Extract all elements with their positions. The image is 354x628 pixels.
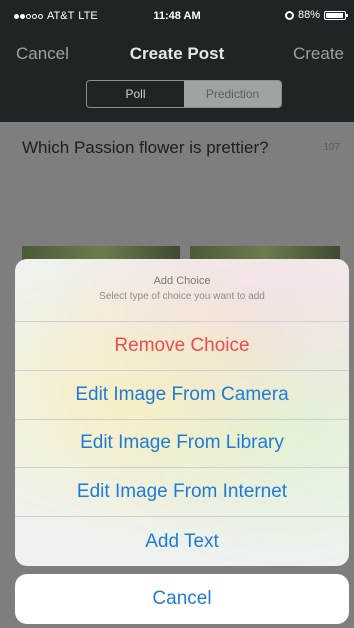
question-text[interactable]: Which Passion flower is prettier? [22,138,269,158]
action-sheet-cancel-button[interactable]: Cancel [15,574,349,624]
post-type-segmented-control: Poll Prediction [86,80,282,108]
segment-poll[interactable]: Poll [87,81,184,107]
action-sheet-header: Add Choice Select type of choice you wan… [15,259,349,322]
segment-prediction[interactable]: Prediction [184,81,281,107]
edit-image-internet-button[interactable]: Edit Image From Internet [15,468,349,518]
edit-image-camera-button[interactable]: Edit Image From Camera [15,371,349,420]
battery-area: 88% [284,9,348,21]
action-sheet: Add Choice Select type of choice you wan… [15,259,349,566]
battery-icon [324,10,348,20]
remove-choice-button[interactable]: Remove Choice [15,322,349,371]
edit-image-library-button[interactable]: Edit Image From Library [15,420,349,469]
char-counter: 107 [323,142,340,153]
alarm-icon [284,10,294,20]
nav-bar: Cancel Create Post Create [0,36,354,76]
nav-create-button[interactable]: Create [293,44,344,64]
action-sheet-subtitle: Select type of choice you want to add [99,291,265,302]
status-bar: AT&T LTE 11:48 AM 88% [0,0,354,30]
action-sheet-title: Add Choice [153,275,211,287]
add-text-button[interactable]: Add Text [15,517,349,566]
battery-percent: 88% [297,9,320,21]
top-bar: AT&T LTE 11:48 AM 88% Cancel Create Post… [0,0,354,122]
